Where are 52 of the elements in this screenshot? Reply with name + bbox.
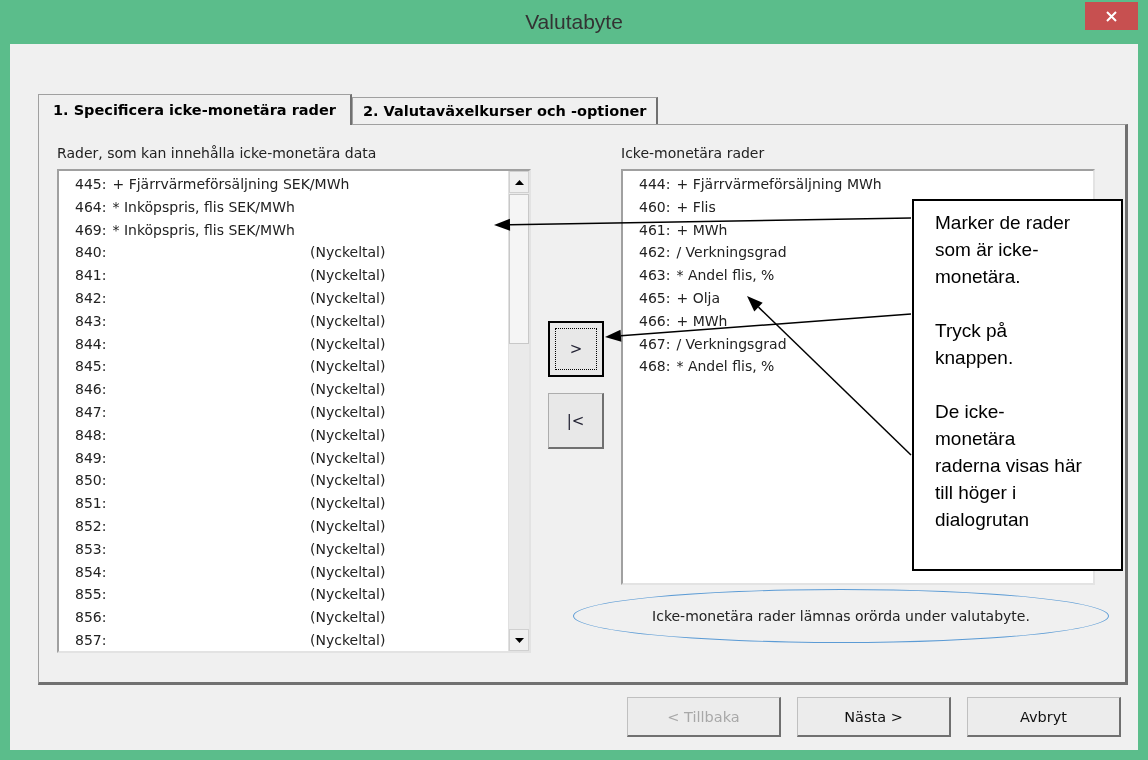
down-triangle-icon bbox=[514, 637, 524, 643]
list-item[interactable]: 461: + MWh bbox=[639, 218, 728, 242]
tab[interactable]: 2. Valutaväxelkurser och -optioner bbox=[351, 97, 659, 124]
scroll-thumb[interactable] bbox=[509, 194, 529, 344]
dialog-button[interactable]: Nästa > bbox=[797, 697, 951, 737]
list-item[interactable]: 848: (Nyckeltal) bbox=[75, 423, 386, 447]
list-item[interactable]: 852: (Nyckeltal) bbox=[75, 514, 386, 538]
list-item[interactable]: 464: * Inköpspris, flis SEK/MWh bbox=[75, 195, 295, 219]
list-item[interactable]: 842: (Nyckeltal) bbox=[75, 287, 386, 310]
list-item[interactable]: 851: (Nyckeltal) bbox=[75, 492, 386, 515]
list-item[interactable]: 844: (Nyckeltal) bbox=[75, 332, 386, 356]
callout-text: Tryck på knappen. bbox=[935, 319, 1015, 370]
list-item[interactable]: 468: * Andel flis, % bbox=[639, 355, 775, 379]
list-item[interactable]: 463: * Andel flis, % bbox=[639, 264, 775, 287]
list-item[interactable]: 845: (Nyckeltal) bbox=[75, 355, 386, 379]
list-item[interactable]: 849: (Nyckeltal) bbox=[75, 446, 386, 470]
list-item[interactable]: 445: + Fjärrvärmeförsäljning SEK/MWh bbox=[75, 173, 350, 196]
window-title: Valutabyte bbox=[525, 10, 623, 34]
list-item[interactable]: 857: (Nyckeltal) bbox=[75, 628, 386, 652]
callout-text: De icke-monetära raderna visas här till höger i dialogrutan bbox=[935, 400, 1083, 532]
scrollbar[interactable] bbox=[508, 171, 529, 651]
list-item[interactable]: 469: * Inköpspris, flis SEK/MWh bbox=[75, 218, 295, 242]
close-icon bbox=[1106, 10, 1117, 22]
list-label: Icke-monetära rader bbox=[621, 145, 766, 163]
close-button[interactable] bbox=[1085, 2, 1138, 30]
list-label: Rader, som kan innehålla icke-monetära data bbox=[57, 145, 378, 163]
list-item[interactable]: 466: + MWh bbox=[639, 309, 728, 333]
list-item[interactable]: 841: (Nyckeltal) bbox=[75, 264, 386, 287]
dialog-button[interactable]: Avbryt bbox=[967, 697, 1121, 737]
scroll-up-button[interactable] bbox=[509, 171, 529, 193]
list-item[interactable]: 462: / Verkningsgrad bbox=[639, 241, 787, 265]
hint-text: Icke-monetära rader lämnas orörda under valutabyte. bbox=[652, 608, 1030, 624]
move-button[interactable]: > bbox=[548, 321, 604, 377]
list-item[interactable]: 847: (Nyckeltal) bbox=[75, 400, 386, 424]
list-item[interactable]: 846: (Nyckeltal) bbox=[75, 378, 386, 401]
list-item[interactable]: 855: (Nyckeltal) bbox=[75, 583, 386, 607]
list-item[interactable]: 460: + Flis bbox=[639, 195, 716, 219]
list-item[interactable]: 444: + Fjärrvärmeförsäljning MWh bbox=[639, 173, 882, 196]
up-triangle-icon bbox=[514, 179, 524, 185]
list-item[interactable]: 467: / Verkningsgrad bbox=[639, 332, 787, 356]
scroll-down-button[interactable] bbox=[509, 629, 529, 651]
list-item[interactable]: 840: (Nyckeltal) bbox=[75, 241, 386, 265]
callout-text: Marker de rader som är icke-monetära. bbox=[935, 211, 1072, 289]
list-item[interactable]: 853: (Nyckeltal) bbox=[75, 537, 386, 561]
list-item[interactable]: 843: (Nyckeltal) bbox=[75, 309, 386, 333]
tab[interactable]: 1. Specificera icke-monetära rader bbox=[38, 94, 352, 125]
list-item[interactable]: 856: (Nyckeltal) bbox=[75, 606, 386, 629]
move-button[interactable]: |< bbox=[548, 393, 604, 449]
list-item[interactable]: 465: + Olja bbox=[639, 287, 720, 310]
list-item[interactable]: 854: (Nyckeltal) bbox=[75, 560, 386, 584]
list-box[interactable] bbox=[57, 169, 531, 653]
list-item[interactable]: 850: (Nyckeltal) bbox=[75, 469, 386, 493]
